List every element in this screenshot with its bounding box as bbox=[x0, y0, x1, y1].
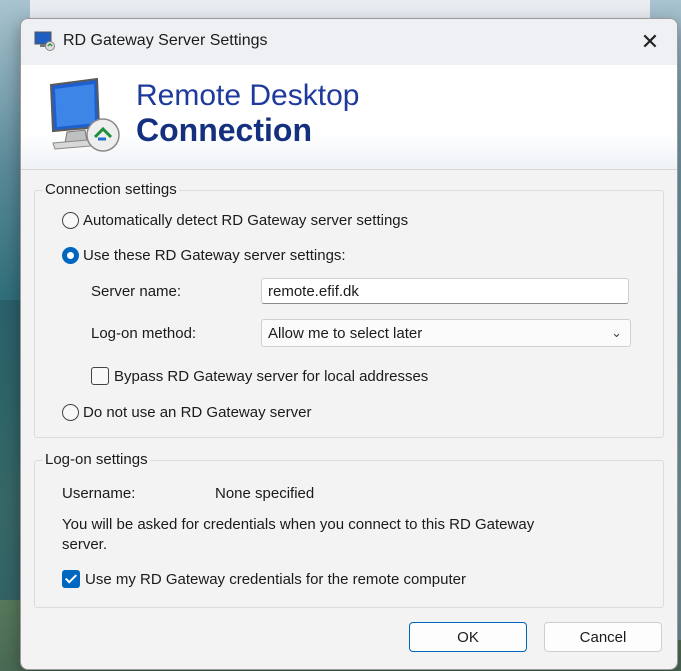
chevron-down-icon: ⌄ bbox=[611, 325, 622, 340]
logon-method-value: Allow me to select later bbox=[268, 325, 423, 342]
radio-no-gateway-label: Do not use an RD Gateway server bbox=[83, 404, 312, 421]
credentials-note-line2: server. bbox=[62, 536, 108, 553]
radio-auto-detect-indicator[interactable] bbox=[62, 212, 79, 229]
remote-desktop-icon bbox=[34, 31, 55, 51]
banner-title-line2: Connection bbox=[136, 112, 312, 148]
radio-use-settings-indicator[interactable] bbox=[62, 247, 79, 264]
credentials-note-line1: You will be asked for credentials when y… bbox=[62, 516, 535, 533]
close-icon: ✕ bbox=[640, 29, 660, 54]
use-credentials-checkbox[interactable]: Use my RD Gateway credentials for the re… bbox=[62, 570, 466, 588]
bypass-local-label: Bypass RD Gateway server for local addre… bbox=[114, 367, 429, 385]
rd-gateway-dialog: RD Gateway Server Settings ✕ Remote Desk… bbox=[20, 18, 678, 670]
use-credentials-label: Use my RD Gateway credentials for the re… bbox=[85, 570, 466, 588]
radio-no-gateway-indicator[interactable] bbox=[62, 404, 79, 421]
use-credentials-checkbox-box[interactable] bbox=[62, 570, 80, 588]
radio-use-settings[interactable]: Use these RD Gateway server settings: bbox=[62, 247, 346, 264]
remote-desktop-logo-icon bbox=[49, 77, 120, 152]
logon-method-select[interactable]: Allow me to select later ⌄ bbox=[261, 319, 631, 347]
window-title: RD Gateway Server Settings bbox=[63, 32, 268, 49]
logon-settings-legend: Log-on settings bbox=[43, 451, 150, 468]
connection-settings-legend: Connection settings bbox=[43, 181, 179, 198]
server-name-input[interactable]: remote.efif.dk bbox=[261, 278, 629, 304]
radio-auto-detect-label: Automatically detect RD Gateway server s… bbox=[83, 212, 409, 229]
username-label: Username: bbox=[62, 485, 136, 502]
close-button[interactable]: ✕ bbox=[623, 19, 677, 65]
logon-method-label: Log-on method: bbox=[91, 325, 197, 342]
server-name-label: Server name: bbox=[91, 283, 182, 300]
parent-window-edge bbox=[30, 0, 650, 20]
radio-auto-detect[interactable]: Automatically detect RD Gateway server s… bbox=[62, 212, 408, 229]
username-value: None specified bbox=[215, 485, 315, 502]
bypass-local-checkbox[interactable]: Bypass RD Gateway server for local addre… bbox=[91, 367, 428, 385]
bypass-local-checkbox-box[interactable] bbox=[91, 367, 109, 385]
banner: Remote Desktop Connection bbox=[21, 65, 677, 170]
banner-title-line1: Remote Desktop bbox=[136, 79, 360, 112]
title-bar: RD Gateway Server Settings ✕ bbox=[21, 19, 677, 65]
ok-button[interactable]: OK bbox=[409, 622, 527, 652]
radio-no-gateway[interactable]: Do not use an RD Gateway server bbox=[62, 404, 311, 421]
radio-use-settings-label: Use these RD Gateway server settings: bbox=[83, 247, 346, 264]
cancel-button[interactable]: Cancel bbox=[544, 622, 662, 652]
